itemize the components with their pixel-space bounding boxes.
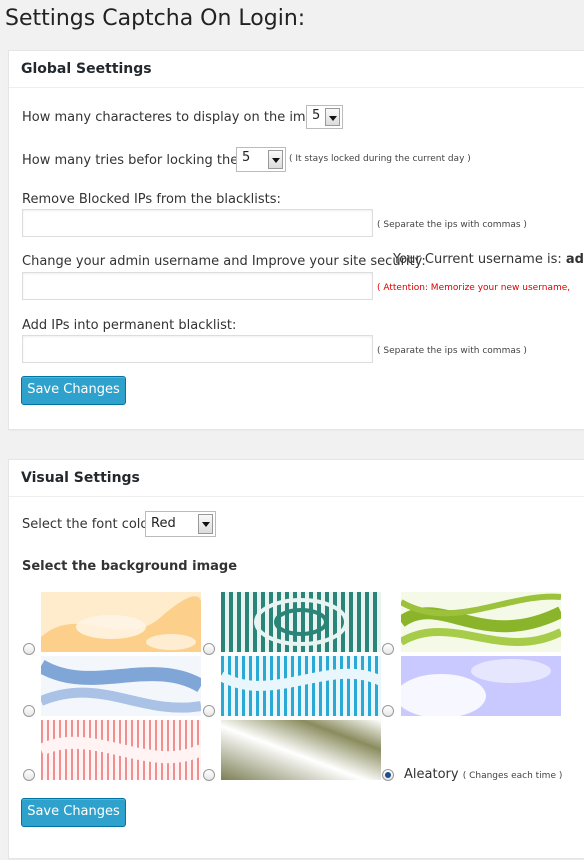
background-radio-8[interactable] [203, 769, 215, 781]
add-permanent-blacklist-label: Add IPs into permanent blacklist: [22, 318, 237, 333]
background-thumb-6[interactable] [401, 656, 561, 716]
characters-count-value: 5 [312, 108, 321, 123]
current-username-value: admi [565, 252, 584, 267]
global-settings-header: Global Seettings [9, 51, 584, 88]
remove-blocked-ips-note: ( Separate the ips with commas ) [377, 220, 527, 230]
username-attention-note: ( Attention: Memorize your new username, [377, 283, 571, 293]
font-color-label: Select the font color [22, 517, 154, 532]
global-save-button[interactable]: Save Changes [21, 376, 126, 405]
page-title: Settings Captcha On Login: [5, 6, 306, 31]
background-thumb-1[interactable] [41, 592, 201, 652]
background-thumb-2[interactable] [221, 592, 381, 652]
background-radio-3[interactable] [382, 643, 394, 655]
lock-tries-select[interactable]: 5 [236, 147, 286, 172]
add-permanent-blacklist-input[interactable] [22, 335, 373, 363]
orange-swirl-pattern [41, 592, 201, 652]
background-image-label: Select the background image [22, 559, 238, 574]
chevron-down-icon [198, 514, 213, 534]
lavender-swirl-pattern [401, 656, 561, 716]
current-username-prefix: Your Current username is: [393, 252, 562, 267]
green-wave-pattern [401, 592, 561, 652]
blue-wave-pattern [41, 656, 201, 716]
background-thumb-3[interactable] [401, 592, 561, 652]
visual-settings-title: Visual Settings [21, 470, 140, 486]
aleatory-option[interactable]: Aleatory ( Changes each time ) [404, 767, 562, 782]
background-thumb-5[interactable] [221, 656, 381, 716]
olive-gradient-pattern [221, 720, 381, 780]
background-radio-7[interactable] [23, 769, 35, 781]
font-color-value: Red [151, 516, 176, 531]
remove-blocked-ips-input[interactable] [22, 209, 373, 237]
characters-count-select[interactable]: 5 [306, 105, 343, 129]
lock-tries-value: 5 [242, 150, 251, 165]
new-username-input[interactable] [22, 272, 373, 300]
visual-settings-header: Visual Settings [9, 460, 584, 497]
current-username-label: Your Current username is: admi [393, 252, 584, 267]
visual-save-button[interactable]: Save Changes [21, 798, 126, 827]
background-thumb-8[interactable] [221, 720, 381, 780]
teal-moire-pattern [221, 592, 381, 652]
background-thumb-4[interactable] [41, 656, 201, 716]
characters-count-label: How many characteres to display on the i… [22, 110, 330, 125]
chevron-down-icon [268, 150, 283, 169]
background-radio-1[interactable] [23, 643, 35, 655]
aleatory-note: ( Changes each time ) [462, 771, 563, 781]
background-radio-4[interactable] [23, 705, 35, 717]
font-color-select[interactable]: Red [145, 511, 216, 537]
change-username-label: Change your admin username and Improve y… [22, 254, 426, 269]
visual-settings-panel: Visual Settings Select the font color Re… [8, 459, 584, 859]
aleatory-radio[interactable] [382, 769, 394, 781]
chevron-down-icon [325, 108, 340, 126]
global-settings-title: Global Seettings [21, 61, 152, 77]
background-radio-6[interactable] [382, 705, 394, 717]
background-radio-5[interactable] [203, 705, 215, 717]
add-permanent-blacklist-note: ( Separate the ips with commas ) [377, 346, 527, 356]
background-radio-2[interactable] [203, 643, 215, 655]
cyan-moire-pattern [221, 656, 381, 716]
lock-tries-label: How many tries befor locking the IP [22, 153, 255, 168]
aleatory-label: Aleatory [404, 767, 459, 782]
background-thumb-7[interactable] [41, 720, 201, 780]
global-settings-panel: Global Seettings How many characteres to… [8, 50, 584, 430]
remove-blocked-ips-label: Remove Blocked IPs from the blacklists: [22, 192, 281, 207]
lock-tries-note: ( It stays locked during the current day… [289, 154, 471, 164]
pink-moire-pattern [41, 720, 201, 780]
